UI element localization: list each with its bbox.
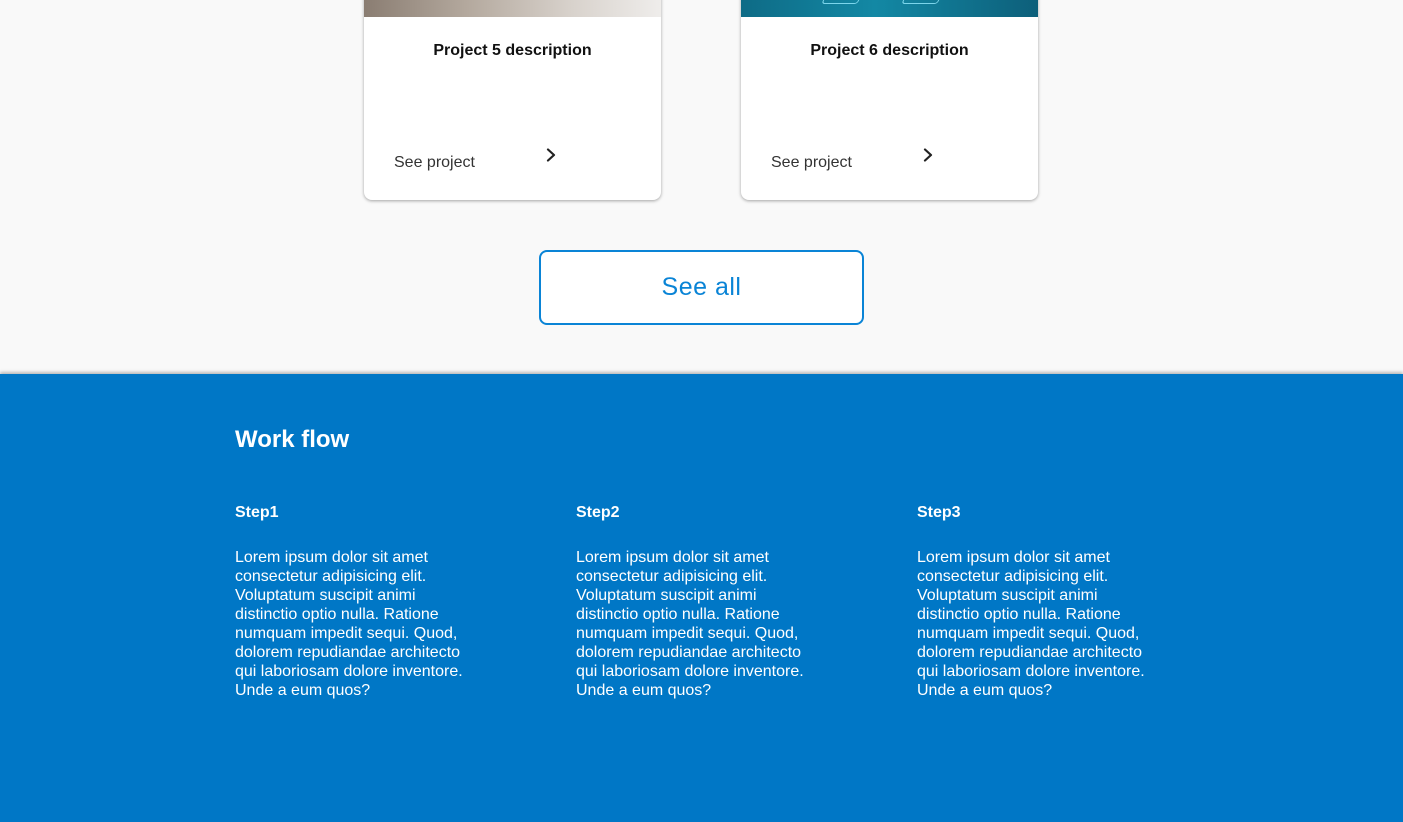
step-text: Lorem ipsum dolor sit amet consectetur a… (235, 549, 463, 699)
projects-section: Project 5 description See project Projec… (0, 0, 1403, 374)
workflow-step-2: Step2 Lorem ipsum dolor sit amet consect… (576, 504, 821, 700)
project-title: Project 6 description (810, 42, 969, 59)
project-image (364, 0, 661, 17)
workflow-section: Work flow Step1 Lorem ipsum dolor sit am… (0, 374, 1403, 822)
workflow-step-1: Step1 Lorem ipsum dolor sit amet consect… (235, 504, 480, 700)
project-title: Project 5 description (433, 42, 592, 59)
project-card-6[interactable]: Project 6 description See project (741, 0, 1038, 200)
workflow-step-3: Step3 Lorem ipsum dolor sit amet consect… (917, 504, 1162, 700)
step-title: Step2 (576, 504, 620, 521)
step-title: Step1 (235, 504, 279, 521)
see-project-link[interactable]: See project (771, 154, 852, 172)
see-project-link[interactable]: See project (394, 154, 475, 172)
step-title: Step3 (917, 504, 961, 521)
project-image (741, 0, 1038, 17)
see-all-button[interactable]: See all (539, 250, 864, 325)
section-title: Work flow (235, 426, 350, 453)
chevron-right-icon[interactable] (544, 148, 558, 162)
chevron-right-icon[interactable] (921, 148, 935, 162)
step-text: Lorem ipsum dolor sit amet consectetur a… (917, 549, 1145, 699)
project-card-5[interactable]: Project 5 description See project (364, 0, 661, 200)
step-text: Lorem ipsum dolor sit amet consectetur a… (576, 549, 804, 699)
